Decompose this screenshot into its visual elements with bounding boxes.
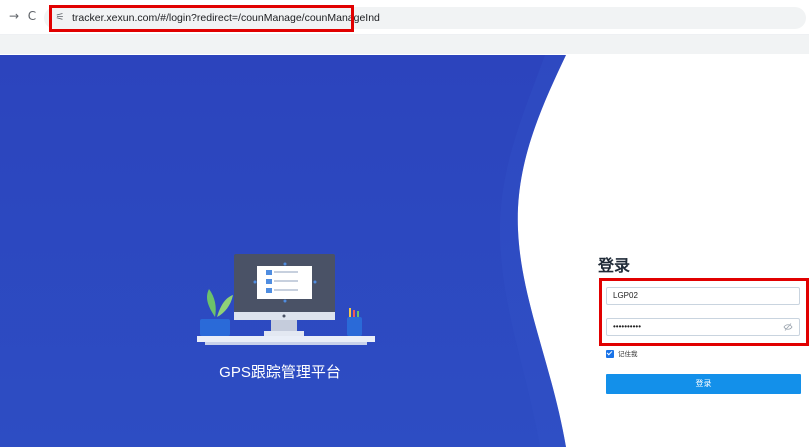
forward-arrow-icon[interactable]: → [6,8,22,24]
computer-illustration [197,254,375,345]
remember-checkbox[interactable] [606,350,614,358]
inputs-highlight-annotation [599,278,809,346]
url-highlight-annotation [49,5,354,32]
reload-icon[interactable]: C [24,8,40,24]
bookmarks-bar [0,35,809,54]
login-button[interactable]: 登录 [606,374,801,394]
login-page: GPS跟踪管理平台 登录 LGP02 •••••••••• 记住我 登录 [0,55,809,447]
login-title: 登录 [598,256,631,275]
platform-title: GPS跟踪管理平台 [219,364,341,381]
remember-label: 记住我 [618,350,638,358]
